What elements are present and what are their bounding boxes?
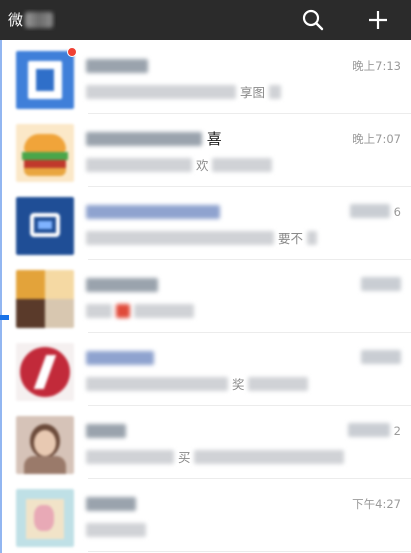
chat-preview: 享图 — [86, 84, 386, 102]
preview-visible-text: 享图 — [239, 85, 265, 100]
avatar — [16, 489, 74, 547]
unread-dot — [67, 47, 77, 57]
app-title-text: 微 — [8, 11, 24, 29]
add-button[interactable] — [358, 0, 398, 40]
chat-list[interactable]: 享图 晚上7:13 喜 欢 晚上7:07 要不 6 奖 买 2 下午4:27 — [0, 40, 411, 553]
avatar — [16, 270, 74, 328]
avatar — [16, 343, 74, 401]
app-title: 微 — [8, 9, 56, 31]
search-icon — [302, 9, 324, 31]
chat-time: 晚上7:13 — [352, 59, 401, 73]
chat-item-2[interactable]: 喜 欢 晚上7:07 — [0, 113, 411, 187]
chat-name — [86, 275, 326, 295]
chat-name — [86, 421, 326, 441]
time-visible-text: 2 — [393, 424, 401, 438]
chat-name — [86, 202, 326, 222]
search-button[interactable] — [293, 0, 333, 40]
chat-preview — [86, 303, 386, 321]
chat-item-1[interactable]: 享图 晚上7:13 — [0, 40, 411, 114]
avatar — [16, 124, 74, 182]
chat-item-4[interactable] — [0, 259, 411, 333]
chat-preview: 买 — [86, 449, 386, 467]
chat-time: 6 — [350, 203, 401, 221]
avatar — [16, 416, 74, 474]
time-visible-text: 6 — [393, 205, 401, 219]
chat-time: 下午4:27 — [352, 497, 401, 511]
chat-name — [86, 56, 326, 76]
chat-time — [361, 349, 401, 367]
chat-name: 喜 — [86, 129, 326, 149]
top-bar: 微 — [0, 0, 411, 40]
chat-item-6[interactable]: 买 2 — [0, 405, 411, 479]
chat-item-7[interactable]: 下午4:27 — [0, 478, 411, 552]
preview-visible-text: 要不 — [277, 231, 303, 246]
app-title-blurred — [25, 12, 54, 28]
chat-preview — [86, 522, 386, 540]
chat-time: 2 — [348, 422, 401, 440]
avatar — [16, 51, 74, 109]
name-visible-text: 喜 — [206, 130, 222, 148]
avatar — [16, 197, 74, 255]
chat-preview: 奖 — [86, 376, 386, 394]
preview-visible-text: 奖 — [231, 377, 245, 392]
chat-preview: 欢 — [86, 157, 386, 175]
chat-name — [86, 494, 326, 514]
preview-visible-text: 买 — [177, 450, 191, 465]
plus-icon — [369, 11, 387, 29]
chat-time: 晚上7:07 — [352, 132, 401, 146]
chat-preview: 要不 — [86, 230, 386, 248]
chat-time — [361, 276, 401, 294]
chat-name — [86, 348, 326, 368]
chat-item-5[interactable]: 奖 — [0, 332, 411, 406]
chat-item-3[interactable]: 要不 6 — [0, 186, 411, 260]
preview-visible-text: 欢 — [195, 158, 209, 173]
